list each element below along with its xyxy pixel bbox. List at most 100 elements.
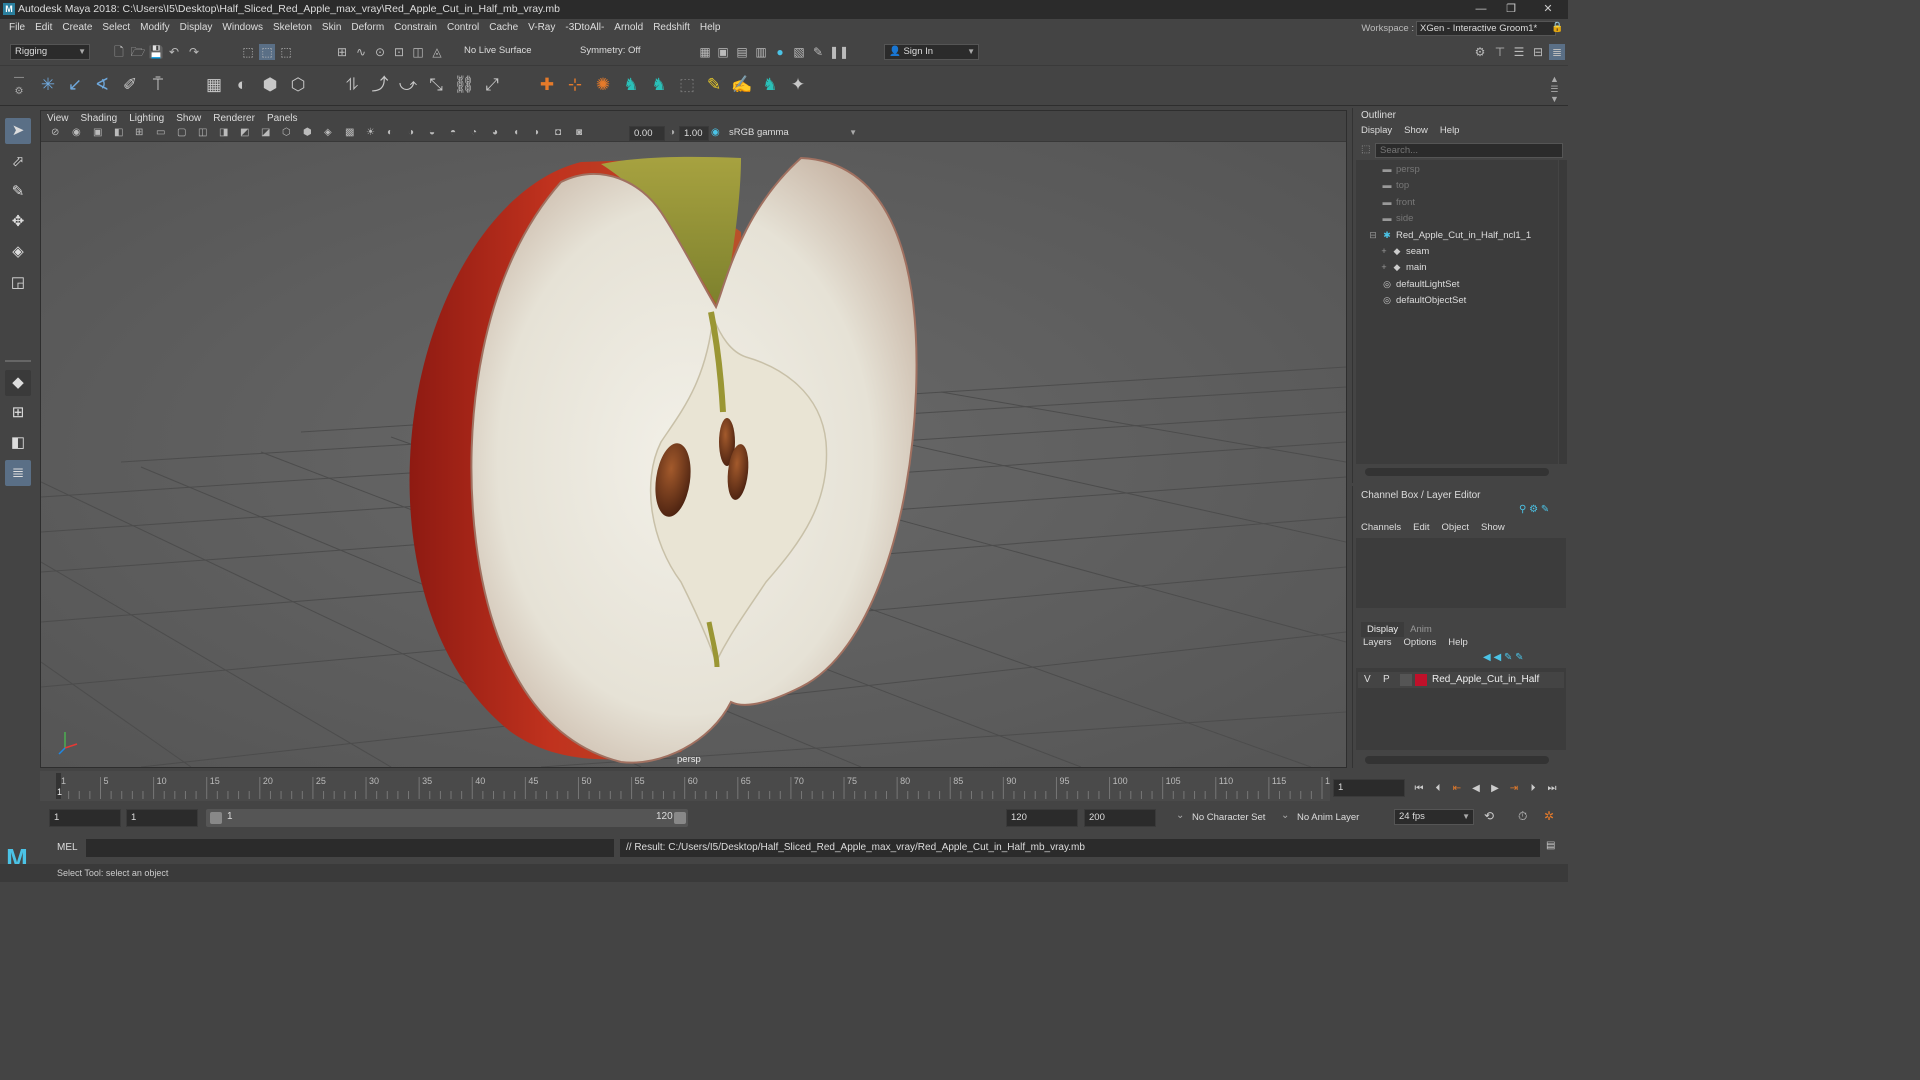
- anim-layer-label[interactable]: No Anim Layer: [1297, 812, 1359, 823]
- step-forward-frame-icon[interactable]: ⇥: [1506, 782, 1522, 796]
- move-tool-icon[interactable]: ✥: [5, 209, 31, 235]
- gamma-field[interactable]: 1.00: [679, 126, 709, 141]
- empty-slot-icon[interactable]: ⬚: [675, 73, 699, 97]
- menu-modify[interactable]: Modify: [135, 19, 174, 37]
- image-plane-icon[interactable]: ◧: [114, 127, 123, 138]
- channel-box-tool-icons[interactable]: ⚲ ⚙ ✎: [1519, 504, 1549, 515]
- menu-display[interactable]: Display: [175, 19, 218, 37]
- attribute-editor-icon[interactable]: ⊤: [1492, 44, 1508, 60]
- menu-select[interactable]: Select: [97, 19, 135, 37]
- menu-v-ray[interactable]: V-Ray: [523, 19, 560, 37]
- channel-box-toggle-icon[interactable]: ⊟: [1530, 44, 1546, 60]
- auto-key-icon[interactable]: ⏱: [1518, 809, 1527, 824]
- viewport-menu-view[interactable]: View: [41, 111, 75, 126]
- viewport-menu-renderer[interactable]: Renderer: [207, 111, 261, 126]
- outliner-horizontal-scrollbar[interactable]: [1365, 468, 1549, 476]
- cluster-icon[interactable]: ◐: [230, 73, 254, 97]
- anim-layer-chevron-icon[interactable]: ⌄: [1281, 810, 1289, 821]
- menu-arnold[interactable]: Arnold: [609, 19, 648, 37]
- menu-help[interactable]: Help: [695, 19, 726, 37]
- lattice-icon[interactable]: ▦: [202, 73, 226, 97]
- select-camera-icon[interactable]: ⊘: [51, 127, 59, 138]
- script-editor-icon[interactable]: ▤: [1546, 840, 1555, 851]
- lock-icon[interactable]: 🔒: [1551, 22, 1563, 33]
- ik-handle-icon[interactable]: ↙: [63, 73, 87, 97]
- animation-end-field[interactable]: 200: [1084, 809, 1156, 827]
- sign-in-dropdown[interactable]: 👤 Sign In ▼: [884, 44, 979, 60]
- create-joint-icon[interactable]: ✳: [36, 73, 60, 97]
- render-settings-icon[interactable]: ▦: [697, 44, 713, 60]
- snap-view-icon[interactable]: ⊡: [391, 44, 407, 60]
- textured-icon[interactable]: ▩: [345, 127, 354, 138]
- layer-menu-options[interactable]: Options: [1404, 637, 1449, 648]
- film-gate-icon[interactable]: ▭: [156, 127, 165, 138]
- paint-weights-icon[interactable]: ✎: [702, 73, 726, 97]
- outliner-toggle-icon[interactable]: ≣: [1549, 44, 1565, 60]
- aim-constraint-icon[interactable]: ⤴: [368, 73, 392, 97]
- character-set-label[interactable]: No Character Set: [1192, 812, 1265, 823]
- hypershade-icon[interactable]: ●: [772, 44, 788, 60]
- quick-rig-icon[interactable]: ⍑: [146, 73, 170, 97]
- playback-start-field[interactable]: 1: [126, 809, 198, 827]
- step-back-frame-icon[interactable]: ⇤: [1449, 782, 1465, 796]
- command-input[interactable]: [86, 839, 614, 857]
- animation-start-field[interactable]: 1: [49, 809, 121, 827]
- menu-edit[interactable]: Edit: [30, 19, 57, 37]
- tab-display[interactable]: Display: [1361, 622, 1405, 637]
- field-chart-icon[interactable]: ◨: [219, 127, 228, 138]
- channel-box-menu-show[interactable]: Show: [1481, 522, 1517, 533]
- new-scene-icon[interactable]: 🗋: [111, 44, 127, 60]
- menu-3dtoall[interactable]: -3DtoAll-: [560, 19, 609, 37]
- lasso-tool-icon[interactable]: ⬀: [5, 149, 31, 175]
- script-language-toggle[interactable]: MEL: [57, 842, 78, 853]
- maximize-button[interactable]: ❐: [1496, 2, 1526, 17]
- snap-surface-icon[interactable]: ◫: [410, 44, 426, 60]
- pole-vector-icon[interactable]: ⤢: [480, 73, 504, 97]
- menu-redshift[interactable]: Redshift: [648, 19, 695, 37]
- viewport-menu-panels[interactable]: Panels: [261, 111, 304, 126]
- outliner-search-input[interactable]: Search...: [1375, 143, 1563, 158]
- channel-box-menu-channels[interactable]: Channels: [1361, 522, 1413, 533]
- outliner-menu-help[interactable]: Help: [1440, 125, 1472, 136]
- xray-active-icon[interactable]: ◗: [534, 127, 540, 138]
- anti-aliasing-icon[interactable]: ◓: [450, 127, 456, 138]
- layer-visibility-toggle[interactable]: V: [1364, 674, 1371, 685]
- filter-icon[interactable]: ⬚: [1361, 144, 1370, 155]
- depth-of-field-icon[interactable]: ◔: [471, 127, 477, 138]
- use-all-lights-icon[interactable]: ☀: [366, 127, 375, 138]
- layer-color-swatch[interactable]: [1415, 674, 1427, 686]
- menu-control[interactable]: Control: [442, 19, 484, 37]
- modeling-toolkit-icon[interactable]: ⚙: [1472, 44, 1488, 60]
- undo-icon[interactable]: ↶: [166, 44, 182, 60]
- select-object-icon[interactable]: ⬚: [259, 44, 275, 60]
- layer-menu-help[interactable]: Help: [1448, 637, 1480, 648]
- playback-end-field[interactable]: 120: [1006, 809, 1078, 827]
- expand-icon[interactable]: +: [1380, 243, 1388, 259]
- menu-windows[interactable]: Windows: [217, 19, 268, 37]
- parent-constraint-icon[interactable]: ⛓: [452, 73, 476, 97]
- orient-constraint-icon[interactable]: ⤻: [396, 73, 420, 97]
- character-icon[interactable]: ✺: [591, 73, 615, 97]
- exposure-field[interactable]: 0.00: [629, 126, 665, 141]
- layer-horizontal-scrollbar[interactable]: [1365, 756, 1549, 764]
- smooth-shade-icon[interactable]: ⬢: [303, 127, 312, 138]
- blend-shape-icon[interactable]: ⬡: [286, 73, 310, 97]
- locator-icon[interactable]: ✚: [535, 73, 559, 97]
- layer-tool-icons[interactable]: ◀ ◀ ✎ ✎: [1483, 652, 1523, 663]
- resolution-gate-icon[interactable]: ▢: [177, 127, 186, 138]
- outliner-vertical-scrollbar[interactable]: [1559, 160, 1567, 464]
- save-scene-icon[interactable]: 💾: [148, 44, 164, 60]
- snap-point-icon[interactable]: ⊙: [372, 44, 388, 60]
- ambient-occlusion-icon[interactable]: ◑: [408, 127, 414, 138]
- safe-action-icon[interactable]: ◩: [240, 127, 249, 138]
- time-slider[interactable]: 1 5 10 15 20 25 30 35 40 45 50 55 60 65 70 75 80 85 90 95 10…: [40, 771, 1330, 801]
- layer-row[interactable]: V P Red_Apple_Cut_in_Half: [1358, 672, 1564, 688]
- hud-icon[interactable]: ◙: [576, 127, 582, 138]
- grid-icon[interactable]: ⊞: [135, 127, 143, 138]
- xray-joints-icon[interactable]: ◘: [555, 127, 561, 138]
- outliner-layout-icon[interactable]: ≣: [5, 460, 31, 486]
- current-frame-field[interactable]: 1: [1333, 779, 1405, 797]
- fps-dropdown[interactable]: 24 fps ▼: [1394, 809, 1474, 825]
- color-management-icon[interactable]: ◉: [711, 127, 720, 138]
- scale-constraint-icon[interactable]: ⤡: [424, 73, 448, 97]
